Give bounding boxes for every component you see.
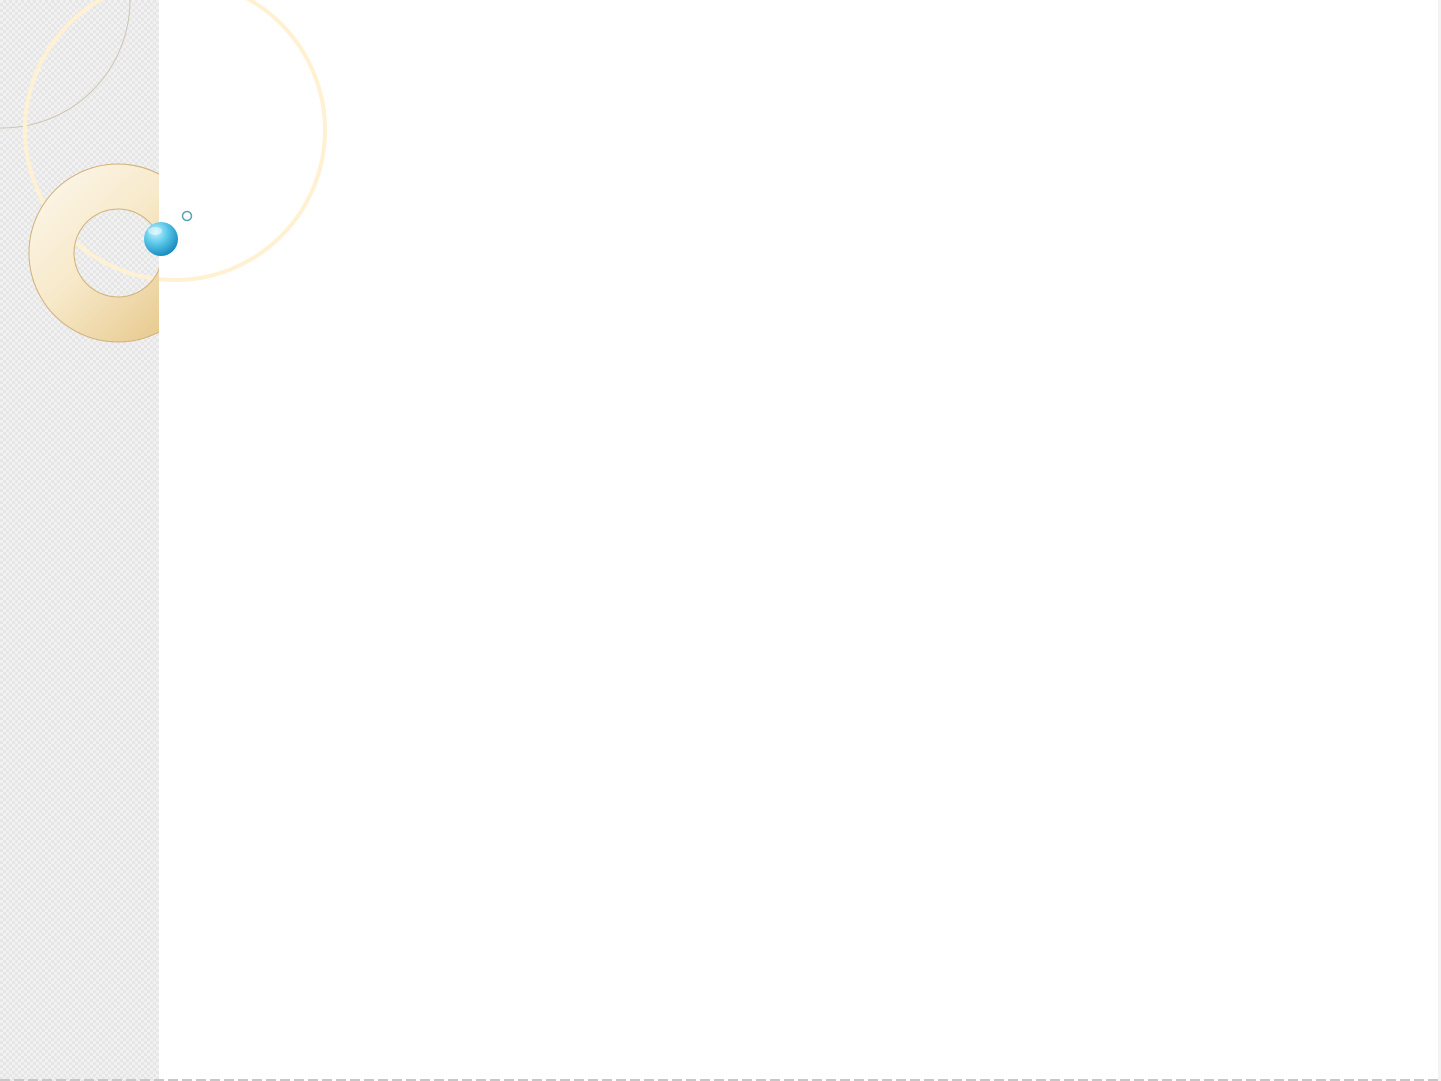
thin-arc — [0, 0, 131, 129]
gold-ring-icon — [28, 163, 159, 343]
slide-canvas — [0, 0, 1441, 1081]
blue-sphere-icon — [144, 222, 178, 256]
decoration-layer — [0, 0, 327, 343]
small-circle-icon — [181, 210, 193, 222]
